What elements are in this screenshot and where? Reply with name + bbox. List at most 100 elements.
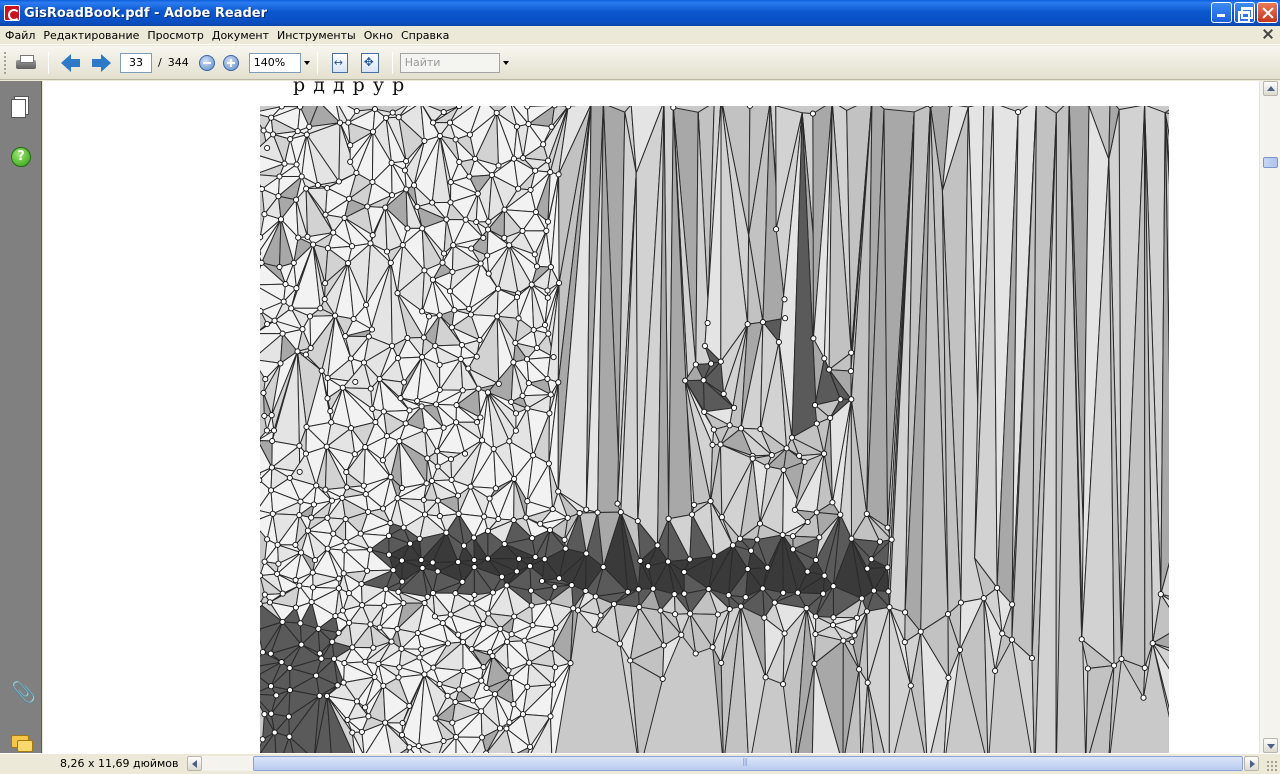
restore-button[interactable] — [1234, 2, 1255, 23]
tin-vertex — [279, 330, 286, 337]
scroll-left-button[interactable] — [187, 756, 202, 771]
tin-vertex — [303, 423, 310, 430]
print-button[interactable] — [13, 50, 39, 76]
tin-vertex — [418, 556, 425, 564]
document-close-icon[interactable] — [1262, 28, 1274, 40]
pages-icon[interactable] — [11, 96, 31, 118]
document-view[interactable]: р д д р у р — [43, 81, 1259, 753]
tin-vertex — [731, 404, 738, 411]
tin-vertex — [821, 572, 828, 579]
tin-vertex — [583, 550, 590, 557]
scroll-right-button[interactable] — [1244, 756, 1259, 771]
tin-vertex — [430, 664, 437, 671]
zoom-dropdown-icon[interactable] — [303, 60, 310, 65]
scroll-down-button[interactable] — [1263, 738, 1278, 753]
tin-vertex — [781, 296, 788, 303]
previous-page-button[interactable] — [58, 50, 84, 76]
tin-vertex — [737, 603, 744, 610]
tin-vertex — [363, 301, 370, 308]
tin-vertex — [298, 549, 305, 556]
tin-vertex — [813, 420, 820, 427]
fit-width-button[interactable] — [327, 50, 353, 76]
find-input[interactable]: Найти — [399, 52, 500, 73]
tin-vertex — [495, 285, 502, 292]
tin-vertex — [513, 294, 521, 301]
tin-vertex — [515, 185, 522, 192]
menu-window[interactable]: Окно — [361, 29, 396, 42]
page-number-input[interactable]: 33 — [120, 52, 152, 73]
zoom-in-button[interactable] — [222, 54, 239, 71]
tin-vertex — [398, 645, 405, 652]
tin-vertex — [292, 541, 299, 548]
tin-vertex — [789, 546, 797, 553]
tin-vertex — [532, 208, 539, 216]
tin-triangle — [1055, 106, 1070, 753]
menu-edit[interactable]: Редактирование — [40, 29, 142, 42]
tin-vertex — [394, 290, 401, 297]
toolbar-grip[interactable] — [3, 50, 7, 75]
tin-vertex — [421, 511, 429, 518]
tin-vertex — [868, 556, 875, 563]
tin-vertex — [293, 196, 300, 203]
tin-vertex — [688, 511, 696, 518]
tin-vertex — [313, 482, 320, 489]
tin-vertex — [811, 660, 818, 667]
horizontal-scrollbar[interactable] — [187, 756, 1259, 771]
tin-vertex — [474, 419, 481, 426]
tin-vertex — [519, 227, 526, 234]
tin-vertex — [917, 628, 924, 635]
tin-vertex — [328, 497, 335, 504]
tin-vertex — [473, 218, 480, 226]
page-separator: / — [158, 56, 162, 69]
page-text-fragment: р д д р у р — [293, 81, 406, 96]
menu-document[interactable]: Документ — [209, 29, 272, 42]
tin-vertex — [541, 321, 549, 329]
tin-vertex — [471, 591, 478, 598]
tin-vertex — [323, 443, 330, 450]
tin-vertex — [717, 358, 724, 365]
tin-vertex — [506, 719, 513, 726]
tin-vertex — [720, 390, 727, 397]
tin-vertex — [816, 534, 823, 541]
tin-vertex — [387, 520, 394, 527]
tin-vertex — [480, 664, 487, 671]
tin-vertex — [286, 733, 293, 740]
tin-vertex — [294, 128, 301, 135]
tin-vertex — [549, 506, 556, 513]
horizontal-scroll-thumb[interactable] — [253, 756, 1243, 771]
tin-vertex — [637, 557, 644, 564]
zoom-level-select[interactable]: 140% — [248, 52, 301, 73]
fit-page-button[interactable] — [357, 50, 383, 76]
tin-vertex — [476, 336, 483, 344]
tin-vertex — [545, 460, 552, 467]
zoom-out-button[interactable] — [198, 54, 215, 71]
minimize-button[interactable] — [1211, 2, 1232, 23]
tin-vertex — [260, 649, 266, 656]
tin-vertex — [556, 575, 563, 582]
paperclip-icon[interactable]: 📎 — [11, 682, 36, 702]
comments-icon[interactable] — [11, 733, 33, 753]
tin-vertex — [436, 680, 443, 688]
vertical-scrollbar[interactable] — [1259, 81, 1280, 753]
menu-bar: Файл Редактирование Просмотр Документ Ин… — [0, 26, 1280, 45]
tin-vertex — [780, 466, 787, 473]
close-button[interactable] — [1257, 2, 1278, 23]
tin-vertex — [353, 107, 360, 115]
scroll-up-button[interactable] — [1263, 81, 1278, 96]
total-pages: 344 — [167, 56, 189, 69]
help-icon[interactable]: ? — [11, 147, 31, 167]
tin-vertex — [848, 349, 855, 356]
tin-vertex — [452, 136, 459, 143]
next-page-button[interactable] — [88, 50, 114, 76]
menu-view[interactable]: Просмотр — [144, 29, 206, 42]
menu-help[interactable]: Справка — [398, 29, 452, 42]
vertical-scroll-thumb[interactable] — [1263, 157, 1278, 168]
tin-vertex — [483, 684, 490, 692]
menu-file[interactable]: Файл — [2, 29, 38, 42]
menu-tools[interactable]: Инструменты — [274, 29, 359, 42]
resize-grip[interactable] — [1266, 760, 1278, 772]
tin-vertex — [362, 658, 369, 665]
printer-icon — [16, 54, 36, 71]
tin-vertex — [552, 625, 559, 632]
find-dropdown-icon[interactable] — [502, 60, 509, 65]
